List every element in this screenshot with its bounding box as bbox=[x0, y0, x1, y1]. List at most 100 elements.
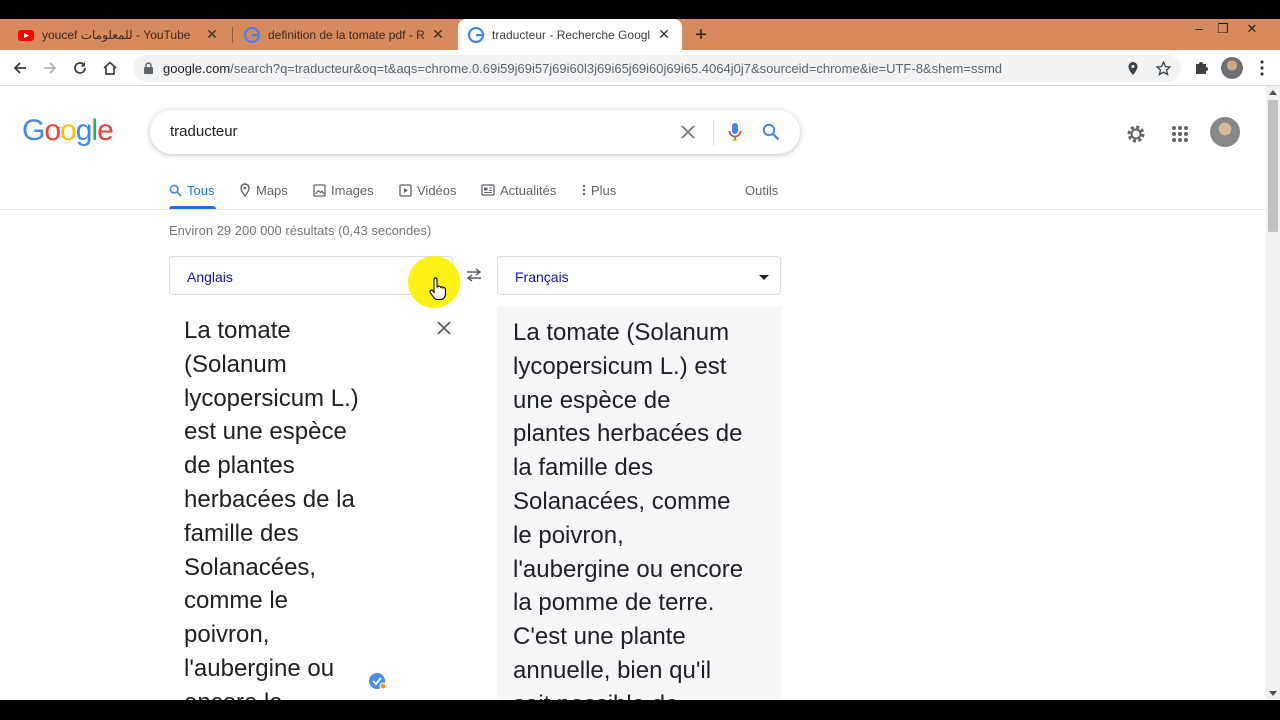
close-window-icon[interactable]: ✕ bbox=[1237, 19, 1267, 41]
tools-button[interactable]: Outils bbox=[745, 180, 778, 200]
tab-maps[interactable]: Maps bbox=[239, 180, 288, 200]
browser-menu-icon[interactable] bbox=[1253, 59, 1271, 77]
new-tab-button[interactable]: + bbox=[690, 25, 712, 47]
image-icon bbox=[313, 183, 326, 197]
tab-videos[interactable]: Vidéos bbox=[399, 180, 457, 200]
tab-label: Tous bbox=[187, 182, 215, 198]
search-input[interactable]: traducteur bbox=[170, 123, 238, 140]
target-line: l'aubergine ou encore bbox=[513, 555, 744, 583]
tab-traducteur[interactable]: traducteur - Recherche Google ✕ bbox=[458, 19, 682, 50]
search-icon bbox=[169, 184, 182, 197]
tab-title: traducteur - Recherche Google bbox=[492, 27, 650, 42]
microphone-icon[interactable] bbox=[724, 121, 746, 143]
news-icon bbox=[481, 184, 495, 196]
address-bar[interactable]: google.com/search?q=traducteur&oq=t&aqs=… bbox=[133, 55, 1181, 82]
source-line: herbacées de la bbox=[184, 485, 355, 513]
tab-label: Images bbox=[331, 182, 374, 198]
url-domain: google.com bbox=[163, 61, 231, 76]
profile-avatar[interactable] bbox=[1221, 57, 1243, 79]
target-line: La tomate (Solanum bbox=[513, 319, 730, 346]
source-line: comme le bbox=[184, 587, 289, 615]
video-letterbox-bar bbox=[0, 700, 1280, 720]
scroll-up-icon[interactable] bbox=[1269, 90, 1277, 95]
source-line: Solanacées, bbox=[184, 553, 317, 581]
close-tab-icon[interactable]: ✕ bbox=[204, 26, 220, 43]
searchbox-divider bbox=[713, 120, 714, 146]
source-line: (Solanum bbox=[184, 350, 287, 378]
google-results-page: Google traducteur Tous Maps Images Vidéo… bbox=[0, 86, 1266, 700]
target-line: Solanacées, comme bbox=[513, 487, 731, 515]
bookmark-star-icon[interactable] bbox=[1156, 61, 1171, 76]
extensions-puzzle-icon[interactable] bbox=[1192, 59, 1210, 77]
tab-tous[interactable]: Tous bbox=[169, 180, 214, 200]
reload-button[interactable] bbox=[68, 56, 92, 80]
tab-plus[interactable]: Plus bbox=[582, 180, 616, 200]
logo-letter: e bbox=[97, 114, 114, 147]
swap-languages-icon[interactable] bbox=[463, 264, 485, 286]
result-stats: Environ 29 200 000 résultats (0,43 secon… bbox=[169, 223, 432, 238]
url-path: /search?q=traducteur&oq=t&aqs=chrome.0.6… bbox=[230, 61, 1003, 76]
scrollbar-thumb[interactable] bbox=[1268, 100, 1278, 232]
reload-icon bbox=[74, 62, 86, 74]
home-button[interactable] bbox=[98, 56, 122, 80]
back-button[interactable] bbox=[8, 56, 32, 80]
tab-actualites[interactable]: Actualités bbox=[481, 180, 556, 200]
clear-search-icon[interactable] bbox=[677, 121, 699, 143]
home-icon bbox=[103, 61, 117, 75]
chevron-down-icon bbox=[759, 275, 769, 280]
back-arrow-icon bbox=[13, 62, 26, 74]
google-g-icon bbox=[244, 26, 260, 43]
forward-arrow-icon bbox=[44, 62, 57, 74]
screen: youcef للمعلومات - YouTube ✕ definition … bbox=[0, 0, 1280, 720]
target-line: une espèce de bbox=[513, 386, 671, 414]
more-vert-icon bbox=[582, 184, 586, 196]
logo-letter: o bbox=[44, 114, 61, 147]
page-scrollbar[interactable] bbox=[1266, 86, 1280, 700]
tab-label: Maps bbox=[256, 182, 288, 198]
tab-label: Plus bbox=[591, 182, 617, 198]
source-line: de plantes bbox=[184, 452, 295, 480]
target-line: le poivron, bbox=[513, 521, 624, 549]
logo-letter: o bbox=[60, 114, 77, 147]
tab-label: Actualités bbox=[500, 182, 557, 198]
clear-source-icon[interactable] bbox=[434, 318, 454, 338]
tab-definition[interactable]: definition de la tomate pdf - Rec ✕ bbox=[234, 19, 456, 50]
tab-separator bbox=[232, 27, 233, 43]
tab-youtube[interactable]: youcef للمعلومات - YouTube ✕ bbox=[8, 19, 230, 50]
restore-icon[interactable]: ❐ bbox=[1208, 19, 1238, 41]
tab-images[interactable]: Images bbox=[313, 180, 374, 200]
google-logo[interactable]: Google bbox=[22, 114, 114, 148]
target-language-select[interactable]: Français bbox=[497, 256, 781, 295]
target-line: lycopersicum L.) est bbox=[513, 352, 727, 380]
grammar-check-badge-icon[interactable] bbox=[367, 671, 387, 691]
map-pin-icon bbox=[240, 183, 250, 197]
source-line: est une espèce bbox=[184, 418, 347, 446]
source-line: lycopersicum L.) bbox=[184, 384, 359, 412]
logo-letter: G bbox=[22, 114, 45, 147]
search-submit-icon[interactable] bbox=[760, 121, 782, 143]
forward-button[interactable] bbox=[38, 56, 62, 80]
target-line: annuelle, bien qu'il bbox=[513, 656, 712, 684]
target-language-label: Français bbox=[515, 269, 569, 285]
close-tab-icon[interactable]: ✕ bbox=[430, 26, 446, 43]
tab-label: Vidéos bbox=[417, 182, 457, 198]
close-tab-icon[interactable]: ✕ bbox=[656, 26, 672, 43]
source-line: famille des bbox=[184, 519, 299, 547]
target-line: plantes herbacées de bbox=[513, 420, 743, 448]
tab-title: youcef للمعلومات - YouTube bbox=[42, 27, 191, 42]
target-line: C'est une plante bbox=[513, 623, 686, 651]
source-line: La tomate bbox=[184, 317, 291, 344]
url-text: google.com/search?q=traducteur&oq=t&aqs=… bbox=[163, 61, 1002, 76]
apps-grid-icon[interactable] bbox=[1168, 122, 1192, 146]
lock-icon bbox=[144, 62, 153, 74]
target-line: la famille des bbox=[513, 454, 654, 482]
account-avatar[interactable] bbox=[1210, 117, 1240, 147]
settings-gear-icon[interactable] bbox=[1124, 122, 1148, 146]
location-pin-icon[interactable] bbox=[1127, 61, 1139, 76]
source-text-area[interactable]: La tomate (Solanum lycopersicum L.) est … bbox=[184, 314, 404, 700]
target-line: soit possible de bbox=[513, 688, 771, 700]
video-icon bbox=[399, 183, 412, 197]
source-line: poivron, bbox=[184, 621, 270, 649]
search-box[interactable]: traducteur bbox=[150, 110, 800, 154]
scroll-down-icon[interactable] bbox=[1269, 691, 1277, 696]
